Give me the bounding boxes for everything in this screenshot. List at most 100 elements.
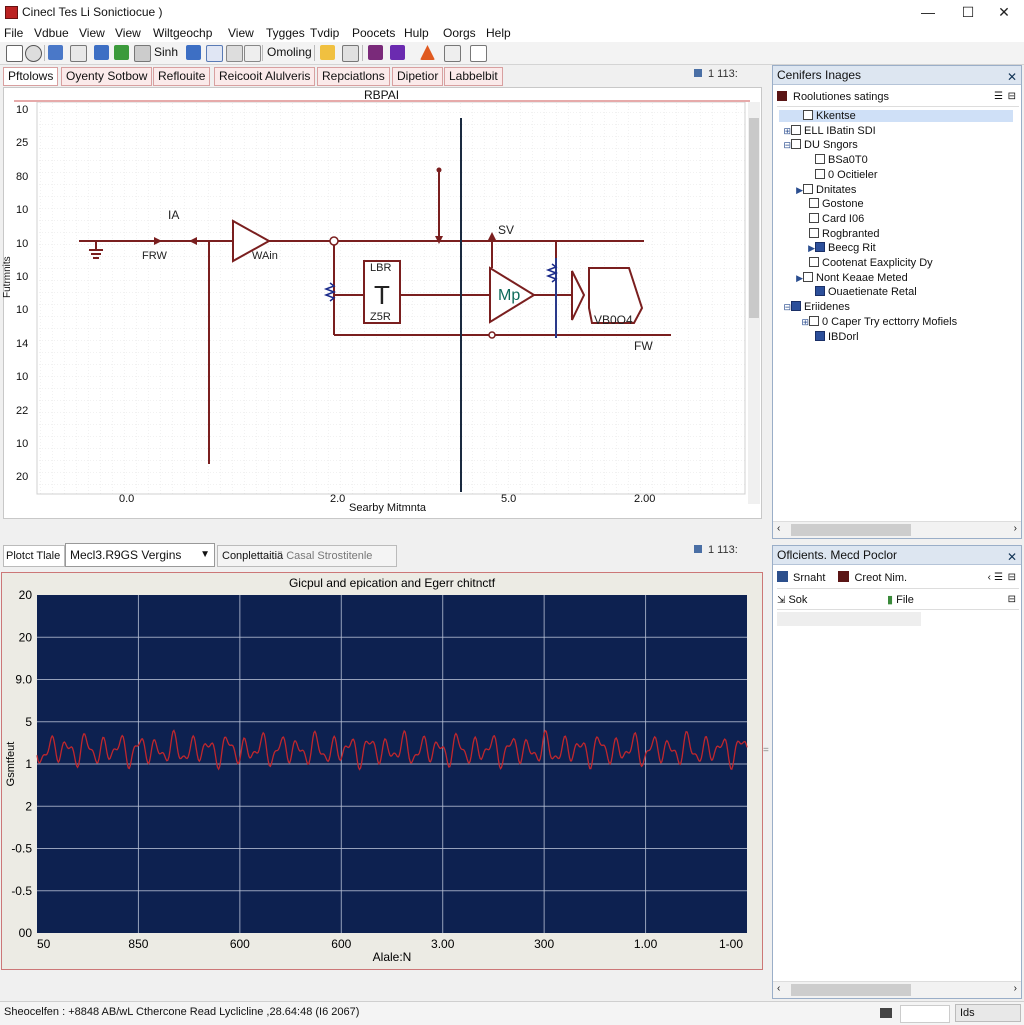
scroll-right-icon[interactable]: › xyxy=(1014,983,1017,994)
tree-item[interactable]: Cootenat Eaxplicity Dy xyxy=(779,257,1013,269)
close-button[interactable]: ✕ xyxy=(984,0,1024,24)
help-icon[interactable] xyxy=(470,45,487,62)
search-button[interactable]: Srnaht xyxy=(793,572,825,584)
junction-node[interactable] xyxy=(329,236,339,246)
tab-casal[interactable]: Casal Strostitenle xyxy=(286,550,372,562)
menu-oorgs[interactable]: Oorgs xyxy=(443,26,476,40)
scroll-right-icon[interactable]: › xyxy=(1014,523,1017,534)
tree-item[interactable]: ⊞ 0 Caper Try ecttorry Mofiels xyxy=(779,315,1013,328)
tree-item[interactable]: Rogbranted xyxy=(779,227,1013,240)
settings-icon[interactable] xyxy=(444,45,461,62)
junction-node[interactable] xyxy=(488,331,496,339)
h-scroll-thumb[interactable] xyxy=(791,524,911,536)
close-icon[interactable]: ✕ xyxy=(1007,68,1017,86)
book-icon[interactable] xyxy=(368,45,383,60)
collapse-icon[interactable]: ⊟ xyxy=(1008,88,1016,106)
tree-expander-icon[interactable]: ⊞ xyxy=(779,317,809,328)
save-icon[interactable] xyxy=(94,45,109,60)
warning-icon[interactable] xyxy=(420,45,435,60)
tab-reicooit-alulveris[interactable]: Reicooit Alulveris xyxy=(214,67,316,86)
tab-reflouite[interactable]: Reflouite xyxy=(153,67,211,86)
search-icon[interactable] xyxy=(777,571,788,582)
omoling-button[interactable]: Omoling xyxy=(267,45,312,59)
schematic-scroll-thumb[interactable] xyxy=(749,118,759,318)
collapse-icon[interactable]: ⊟ xyxy=(1008,591,1016,609)
tab-repciatlons[interactable]: Repciatlons xyxy=(317,67,390,86)
tree-item[interactable]: 0 Ocitieler xyxy=(779,168,1013,181)
copy-icon[interactable] xyxy=(134,45,151,62)
menu-vdbue[interactable]: Vdbue xyxy=(34,26,69,40)
column-file[interactable]: ▮ File xyxy=(887,591,914,609)
print-icon[interactable] xyxy=(342,45,359,62)
tree-item[interactable]: Card I06 xyxy=(779,212,1013,225)
new-file-icon[interactable] xyxy=(6,45,23,62)
tree-expander-icon[interactable]: ▶ xyxy=(779,243,815,254)
tab-plot-title[interactable]: Plotct Tlale xyxy=(3,545,65,567)
chevron-left-icon[interactable]: ‹ xyxy=(988,568,991,588)
menu-hulp[interactable]: Hulp xyxy=(404,26,429,40)
tab-dipetior[interactable]: Dipetior xyxy=(392,67,444,86)
open-icon[interactable] xyxy=(186,45,201,60)
tree-item[interactable]: ▶ Beecg Rit xyxy=(779,242,1013,254)
h-scroll-thumb[interactable] xyxy=(791,984,911,996)
version-dropdown[interactable]: Mecl3.R9GS Vergins ▼ xyxy=(65,543,215,567)
tree-item[interactable]: ⊟ Eriidenes xyxy=(779,301,1013,313)
tree-item[interactable]: Ouaetienate Retal xyxy=(779,286,1013,298)
tree-item[interactable]: Kkentse xyxy=(779,110,1013,122)
tree-expander-icon[interactable]: ▶ xyxy=(779,273,803,284)
collapse-icon[interactable]: ⊟ xyxy=(1008,568,1016,588)
minimize-button[interactable]: — xyxy=(908,0,948,24)
menu-wiltgeochp[interactable]: Wiltgeochp xyxy=(153,26,212,40)
dropdown-icon[interactable] xyxy=(244,45,261,62)
tree-item[interactable]: IBDorl xyxy=(779,330,1013,343)
title-bar: Cinecl Tes Li Sonictiocue ) — ☐ ✕ xyxy=(0,0,1024,25)
menu-tygges[interactable]: Tygges xyxy=(266,26,305,40)
image-icon[interactable] xyxy=(206,45,223,62)
grid-icon[interactable] xyxy=(70,45,87,62)
sinh-button[interactable]: Sinh xyxy=(154,45,178,59)
tree-expander-icon[interactable]: ⊟ xyxy=(779,302,791,313)
tab-oyenty-sotbow[interactable]: Oyenty Sotbow xyxy=(61,67,153,86)
splitter-handle[interactable]: = xyxy=(763,745,769,756)
tab-pftolows[interactable]: Pftolows xyxy=(3,67,59,86)
tree-item[interactable]: ⊟ DU Sngors xyxy=(779,139,1013,151)
h-scrollbar[interactable]: ‹ › xyxy=(773,521,1021,538)
menu-file[interactable]: File xyxy=(4,26,23,40)
scroll-left-icon[interactable]: ‹ xyxy=(777,523,780,534)
analysis-selector[interactable]: Conplettaitiä Casal Strostitenle xyxy=(217,545,397,567)
tree-expander-icon[interactable]: ⊞ xyxy=(779,126,791,137)
maximize-button[interactable]: ☐ xyxy=(948,0,988,24)
menu-help[interactable]: Help xyxy=(486,26,511,40)
tree-item[interactable]: ⊞ ELL IBatin SDI xyxy=(779,124,1013,137)
tab-complete[interactable]: Conplettaitiä xyxy=(222,550,283,562)
chart-svg[interactable]: Gicpul and epication and Egerr chitnctf 2… xyxy=(2,573,762,969)
globe-icon[interactable] xyxy=(48,45,63,60)
column-sok[interactable]: ⇲ Sok xyxy=(777,594,807,606)
list-icon[interactable]: ☰ xyxy=(994,568,1003,588)
tree-item[interactable]: ▶ Dnitates xyxy=(779,183,1013,196)
search-icon[interactable] xyxy=(25,45,42,62)
menu-view-b[interactable]: View xyxy=(115,26,141,40)
tab-labbelbit[interactable]: Labbelbit xyxy=(444,67,503,86)
plugin-icon[interactable] xyxy=(390,45,405,60)
schematic-canvas[interactable]: IA FRW WAin SV LBR T Z5R Mp VB0O4 FW RBP… xyxy=(2,87,762,519)
scroll-left-icon[interactable]: ‹ xyxy=(777,983,780,994)
run-icon[interactable] xyxy=(114,45,129,60)
folder-icon[interactable] xyxy=(320,45,335,60)
menu-view[interactable]: View xyxy=(79,26,105,40)
menu-view-c[interactable]: View xyxy=(228,26,254,40)
layers-icon[interactable] xyxy=(226,45,243,62)
tree-item[interactable]: BSa0T0 xyxy=(779,154,1013,166)
tree-item[interactable]: ▶ Nont Keaae Meted xyxy=(779,271,1013,284)
tree-expander-icon[interactable]: ⊟ xyxy=(779,140,791,151)
tree-item[interactable]: Gostone xyxy=(779,198,1013,210)
settings-row[interactable]: Roolutiones satings ☰ ⊟ xyxy=(777,88,1019,107)
create-button[interactable]: Creot Nim. xyxy=(854,572,907,584)
menu-poocets[interactable]: Poocets xyxy=(352,26,395,40)
tree-expander-icon[interactable]: ▶ xyxy=(779,185,803,196)
create-icon[interactable] xyxy=(838,571,850,582)
list-icon[interactable]: ☰ xyxy=(994,88,1003,106)
menu-tvdip[interactable]: Tvdip xyxy=(310,26,339,40)
h-scrollbar[interactable]: ‹ › xyxy=(773,981,1021,998)
close-icon[interactable]: ✕ xyxy=(1007,548,1017,566)
